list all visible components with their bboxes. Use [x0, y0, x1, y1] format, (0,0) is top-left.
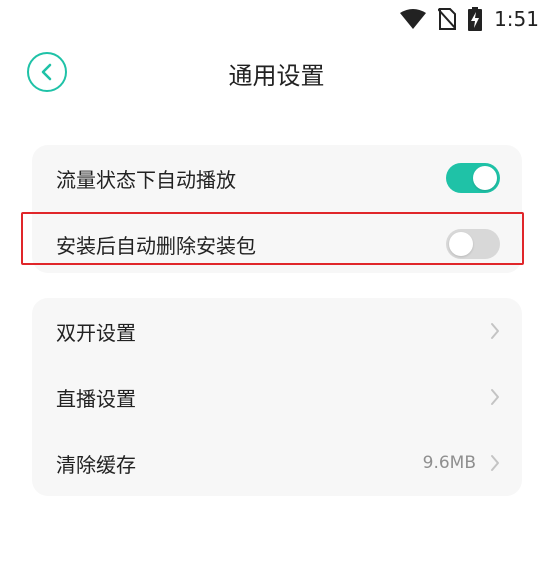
chevron-right-icon [490, 454, 500, 472]
setting-row-dual-app[interactable]: 双开设置 [32, 298, 522, 364]
auto-delete-package-toggle[interactable] [446, 229, 500, 259]
chevron-right-icon [490, 322, 500, 340]
status-time: 1:51 [494, 7, 539, 31]
setting-label: 流量状态下自动播放 [56, 167, 236, 192]
page-title: 通用设置 [228, 62, 325, 90]
playback-settings-card: 流量状态下自动播放 安装后自动删除安装包 [32, 145, 522, 273]
cache-size-value: 9.6MB [422, 453, 476, 473]
toggle-knob [449, 232, 473, 256]
setting-row-clear-cache[interactable]: 清除缓存 9.6MB [32, 430, 522, 496]
setting-row-live-stream[interactable]: 直播设置 [32, 364, 522, 430]
status-bar: 1:51 [0, 0, 553, 38]
other-settings-card: 双开设置 直播设置 清除缓存 9.6MB [32, 298, 522, 496]
status-icons: 1:51 [400, 6, 539, 32]
chevron-right-icon [490, 388, 500, 406]
battery-charging-icon [468, 7, 483, 31]
setting-label: 清除缓存 [56, 452, 136, 477]
setting-row-auto-delete-package[interactable]: 安装后自动删除安装包 [32, 211, 522, 277]
setting-row-auto-play-cellular[interactable]: 流量状态下自动播放 [32, 145, 522, 211]
setting-label: 直播设置 [56, 386, 136, 411]
wifi-icon [400, 9, 427, 29]
page-header: 通用设置 [0, 48, 553, 100]
no-sim-icon [438, 8, 457, 30]
setting-label: 安装后自动删除安装包 [56, 233, 256, 258]
toggle-knob [473, 166, 497, 190]
auto-play-cellular-toggle[interactable] [446, 163, 500, 193]
setting-label: 双开设置 [56, 320, 136, 345]
